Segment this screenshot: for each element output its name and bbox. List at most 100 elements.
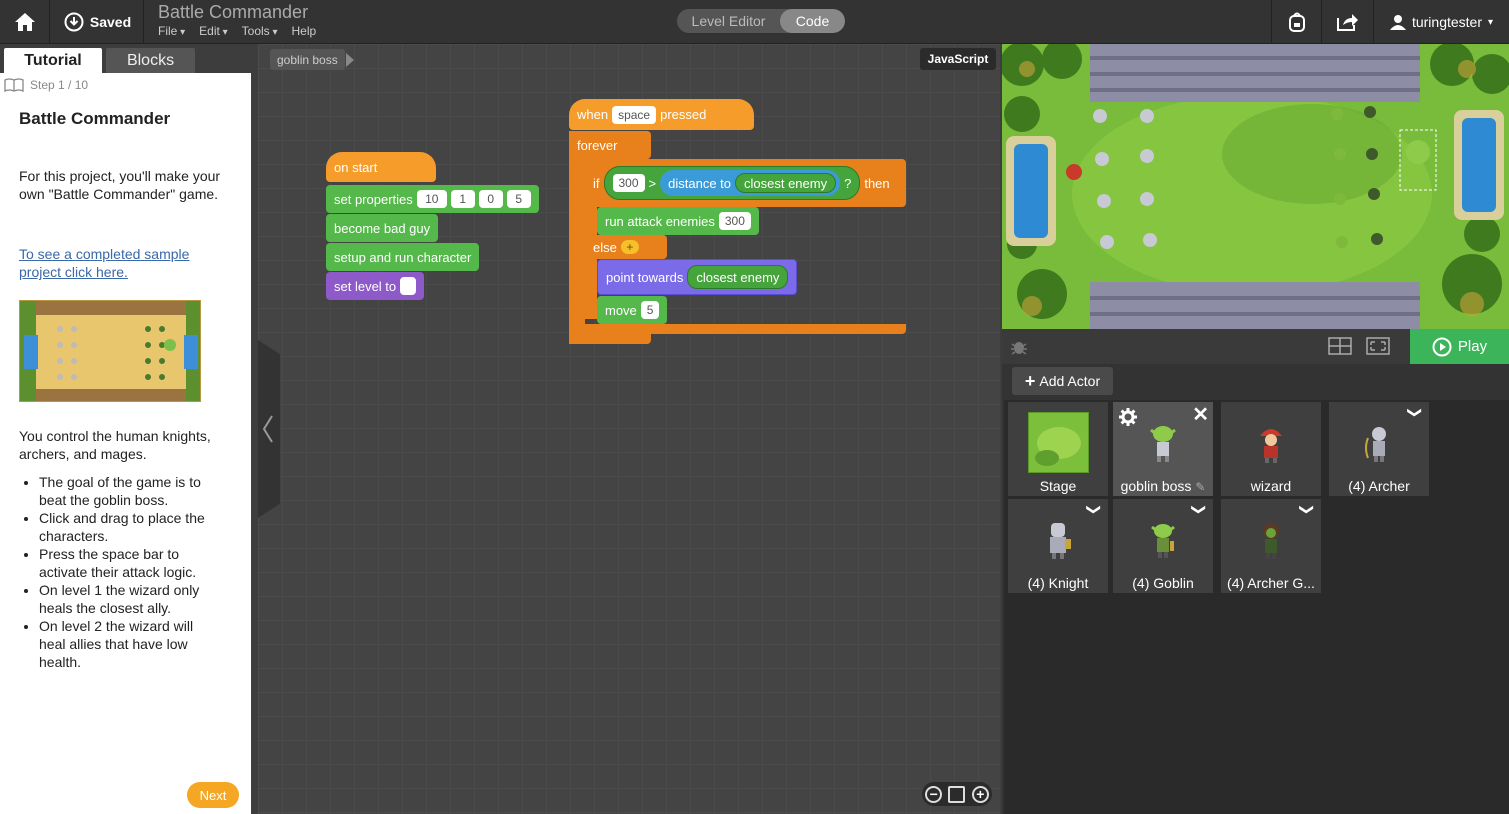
sample-project-link-wrap: To see a completed sample project click … — [19, 245, 234, 281]
property-input[interactable]: 10 — [416, 190, 447, 208]
actor-card-knight[interactable]: ❯ (4) Knight — [1008, 499, 1108, 593]
list-item: The goal of the game is to beat the gobl… — [39, 473, 219, 509]
menu-help[interactable]: Help — [291, 24, 316, 38]
when-key-pressed-block[interactable]: when space pressed — [569, 99, 754, 130]
menu-tools[interactable]: Tools — [242, 24, 278, 38]
menu-edit[interactable]: Edit — [199, 24, 228, 38]
top-bar-right: turingtester ▾ — [1271, 0, 1509, 44]
move-steps-input[interactable]: 5 — [640, 301, 660, 319]
grid-layout-icon[interactable] — [1328, 337, 1352, 355]
block-label: setup and run character — [334, 249, 472, 265]
level-editor-tab[interactable]: Level Editor — [677, 9, 780, 33]
fullscreen-icon[interactable] — [1366, 337, 1390, 355]
chevron-down-icon[interactable]: ❯ — [1191, 504, 1208, 516]
key-dropdown[interactable]: space — [612, 105, 657, 124]
user-menu[interactable]: turingtester ▾ — [1373, 0, 1509, 44]
knight-sprite — [1050, 523, 1071, 559]
step-indicator: Step 1 / 10 — [4, 78, 88, 92]
actor-label: goblin boss ✎ — [1113, 478, 1213, 494]
else-block[interactable]: else + — [585, 235, 667, 259]
compare-input[interactable]: 300 — [612, 174, 645, 192]
run-attack-enemies-block[interactable]: run attack enemies 300 — [597, 207, 759, 235]
block-label: move — [605, 302, 637, 318]
gear-icon[interactable] — [1119, 408, 1137, 426]
home-button[interactable] — [0, 0, 50, 44]
forever-foot — [569, 334, 651, 344]
list-item: Click and drag to place the characters. — [39, 509, 219, 545]
actor-card-archer[interactable]: ❯ (4) Archer — [1329, 402, 1429, 496]
project-title[interactable]: Battle Commander — [158, 2, 308, 23]
move-block[interactable]: move 5 — [597, 296, 668, 324]
property-input[interactable]: 0 — [478, 190, 503, 208]
operator-label: > — [648, 175, 657, 191]
point-towards-block[interactable]: point towards closest enemy — [597, 259, 798, 295]
actor-card-goblin-boss[interactable]: ✕ goblin boss ✎ — [1113, 402, 1213, 496]
bug-icon[interactable] — [1010, 338, 1028, 356]
actor-label: (4) Knight — [1027, 575, 1089, 591]
zoom-out-icon[interactable]: − — [925, 785, 943, 803]
mode-toggle: Level Editor Code — [677, 9, 845, 33]
code-workspace[interactable]: goblin boss JavaScript on start set prop… — [258, 44, 1000, 814]
sprite-selector[interactable]: goblin boss — [270, 49, 345, 70]
property-input[interactable]: 5 — [506, 190, 531, 208]
saved-button[interactable]: Saved — [52, 0, 144, 44]
actors-grid: Stage ✕ goblin boss ✎ wizard ❯ (4) Arche… — [1004, 400, 1509, 814]
on-start-block[interactable]: on start — [326, 152, 436, 182]
actor-card-goblin[interactable]: ❯ (4) Goblin — [1113, 499, 1213, 593]
sample-project-link[interactable]: To see a completed sample project click … — [19, 246, 189, 280]
property-input[interactable]: 1 — [450, 190, 475, 208]
chevron-down-icon[interactable]: ❯ — [1299, 504, 1316, 516]
block-label: set level to — [334, 278, 397, 294]
set-properties-block[interactable]: set properties 10 1 0 5 — [326, 185, 539, 213]
block-label: pressed — [660, 107, 707, 122]
actor-card-wizard[interactable]: wizard — [1221, 402, 1321, 496]
set-level-block[interactable]: set level to — [326, 272, 425, 300]
menu-file[interactable]: File — [158, 24, 185, 38]
chevron-down-icon[interactable]: ❯ — [1407, 407, 1424, 419]
backpack-button[interactable] — [1271, 0, 1321, 44]
archer-sprite — [1365, 427, 1386, 462]
if-block[interactable]: if 300 > distance to closest enemy ? the… — [585, 159, 906, 207]
zoom-in-icon[interactable]: + — [971, 785, 989, 803]
play-button[interactable]: Play — [1410, 329, 1509, 364]
block-label: forever — [577, 137, 618, 153]
javascript-button[interactable]: JavaScript — [920, 48, 996, 70]
distance-to-block[interactable]: distance to closest enemy — [660, 170, 841, 196]
tutorial-panel: Step 1 / 10 Battle Commander For this pr… — [0, 73, 251, 814]
tab-blocks[interactable]: Blocks — [106, 48, 195, 73]
collapse-tutorial-handle[interactable] — [258, 340, 280, 518]
pencil-icon[interactable]: ✎ — [1195, 480, 1205, 494]
play-icon — [1432, 337, 1452, 356]
setup-run-character-block[interactable]: setup and run character — [326, 243, 480, 271]
block-label: if — [593, 175, 600, 191]
share-icon — [1336, 14, 1358, 31]
tutorial-intro: For this project, you'll make your own "… — [19, 168, 221, 202]
game-stage[interactable] — [1002, 44, 1509, 329]
add-branch-icon[interactable]: + — [620, 240, 639, 254]
actor-card-stage[interactable]: Stage — [1008, 402, 1108, 496]
chevron-right-icon[interactable] — [346, 53, 354, 67]
close-icon[interactable]: ✕ — [1192, 402, 1209, 427]
goblin-boss-sprite — [1150, 426, 1176, 462]
block-label: set properties — [334, 191, 413, 207]
add-actor-button[interactable]: + Add Actor — [1012, 367, 1113, 395]
share-button[interactable] — [1321, 0, 1373, 44]
chevron-down-icon[interactable]: ❯ — [1086, 504, 1103, 516]
forever-block[interactable]: forever — [569, 131, 651, 159]
actor-card-archer-goblin[interactable]: ❯ (4) Archer G... — [1221, 499, 1321, 593]
level-input[interactable] — [400, 277, 417, 295]
comparison-block[interactable]: 300 > distance to closest enemy ? — [603, 166, 861, 200]
list-item: Press the space bar to activate their at… — [39, 545, 219, 581]
tutorial-bullets: The goal of the game is to beat the gobl… — [39, 473, 219, 671]
tab-tutorial[interactable]: Tutorial — [4, 48, 102, 73]
code-tab[interactable]: Code — [780, 9, 845, 33]
next-button[interactable]: Next — [187, 782, 239, 808]
attack-range-input[interactable]: 300 — [718, 212, 751, 230]
become-bad-guy-block[interactable]: become bad guy — [326, 214, 439, 242]
block-label: then — [864, 175, 890, 191]
zoom-controls: − + — [922, 782, 992, 806]
block-label: on start — [334, 159, 378, 175]
reset-zoom-icon[interactable] — [948, 785, 966, 803]
closest-enemy-reporter[interactable]: closest enemy — [687, 265, 789, 289]
closest-enemy-reporter[interactable]: closest enemy — [735, 173, 837, 193]
